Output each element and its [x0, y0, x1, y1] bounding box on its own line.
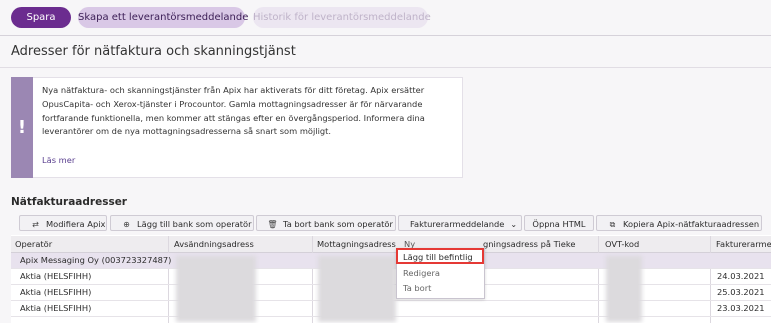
edit-link-icon: ⇄	[32, 220, 39, 229]
divider	[0, 67, 771, 68]
operator-cell: Aktia (HELSFIHH)	[20, 287, 92, 297]
modify-apix-button[interactable]: ⇄ Modifiera Apix	[19, 215, 107, 231]
notice-text: Nya nätfaktura- och skanningstjänster fr…	[42, 85, 425, 137]
save-button[interactable]: Spara	[11, 7, 71, 28]
trash-icon: 🗑	[267, 220, 278, 229]
operator-cell: Aktia (HELSFIHH)	[20, 303, 92, 313]
date-cell: 25.03.2021	[717, 287, 765, 297]
chevron-down-icon: ⌄	[510, 220, 518, 229]
menu-item-delete[interactable]: Ta bort	[403, 283, 431, 293]
column-header-tieke-address[interactable]: gningsadress på Tieke	[483, 236, 598, 252]
column-header-invoicer-message[interactable]: Fakturerarme	[716, 236, 771, 252]
redacted-area	[318, 256, 396, 322]
supplier-message-history-button: Historik för leverantörsmeddelande	[253, 7, 431, 28]
create-supplier-message-button[interactable]: Skapa ett leverantörsmeddelande	[78, 7, 248, 28]
read-more-link[interactable]: Läs mer	[42, 155, 75, 165]
highlight-box	[396, 248, 484, 264]
column-header-sender-address[interactable]: Avsändningsadress	[174, 236, 309, 252]
section-title: Nätfakturaadresser	[11, 196, 127, 208]
plus-circle-icon: ⊕	[123, 220, 130, 229]
copy-apix-address-button[interactable]: ⧉ Kopiera Apix-nätfakturaadressen	[596, 215, 762, 231]
remove-bank-operator-button[interactable]: 🗑 Ta bort bank som operatör	[256, 215, 396, 231]
redacted-area	[606, 256, 642, 322]
date-cell: 24.03.2021	[717, 271, 765, 281]
operator-cell: Aktia (HELSFIHH)	[20, 271, 92, 281]
column-header-operator[interactable]: Operatör	[15, 236, 165, 252]
operator-cell: Apix Messaging Oy (003723327487)	[20, 255, 172, 265]
exclamation-icon: !	[17, 117, 27, 138]
page-title: Adresser för nätfaktura och skanningstjä…	[11, 44, 296, 59]
date-cell: 23.03.2021	[717, 303, 765, 313]
redacted-area	[176, 256, 256, 322]
column-header-receiver-address[interactable]: Mottagningsadress	[317, 236, 397, 252]
invoicer-message-dropdown[interactable]: Fakturerarmeddelande ⌄	[398, 215, 522, 231]
open-html-button[interactable]: Öppna HTML	[524, 215, 594, 231]
add-bank-operator-button[interactable]: ⊕ Lägg till bank som operatör	[110, 215, 254, 231]
copy-icon: ⧉	[609, 220, 616, 229]
menu-item-edit[interactable]: Redigera	[403, 268, 440, 278]
divider	[0, 35, 771, 36]
column-header-ovt-code[interactable]: OVT-kod	[605, 236, 710, 252]
